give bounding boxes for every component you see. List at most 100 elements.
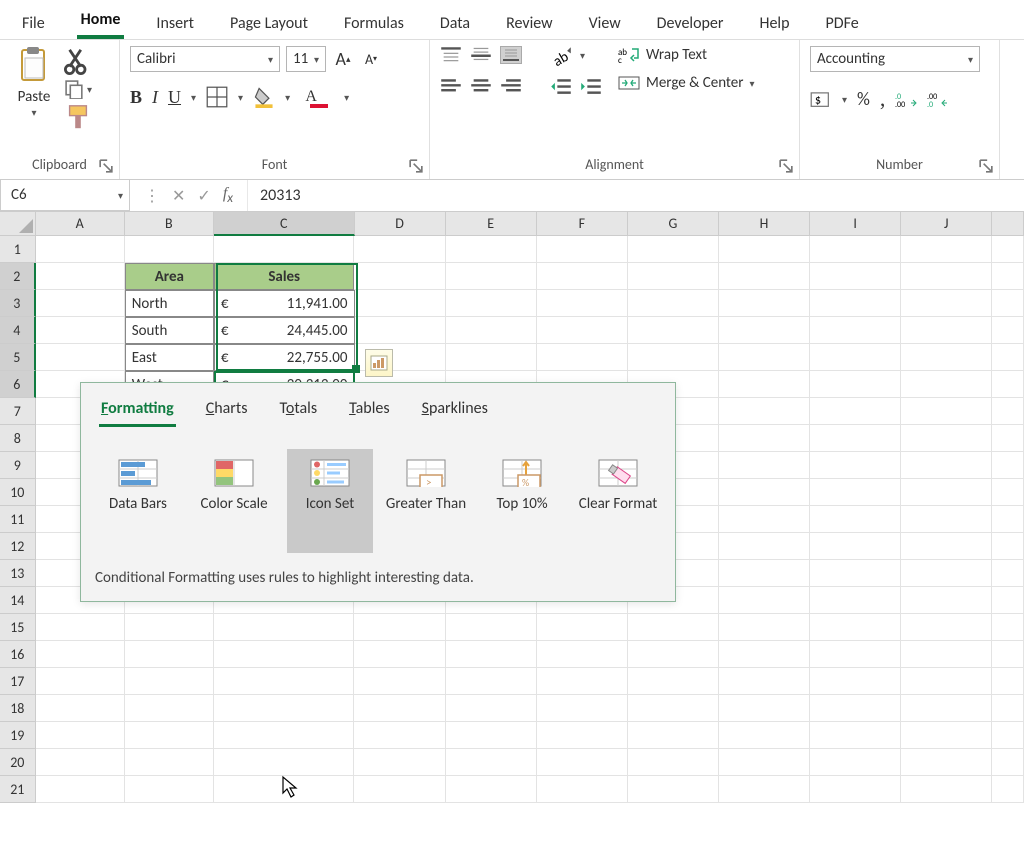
fx-icon[interactable]: fx [223,185,233,206]
tab-pdf[interactable]: PDFe [821,6,862,39]
row-header[interactable]: 21 [0,776,36,803]
cell[interactable] [628,722,719,749]
cell[interactable]: East [125,344,214,371]
tab-page-layout[interactable]: Page Layout [226,6,312,39]
cell[interactable] [901,533,992,560]
cell[interactable] [446,722,537,749]
chevron-down-icon[interactable]: ▾ [238,91,243,104]
col-header[interactable]: H [719,212,810,236]
cell[interactable] [36,749,125,776]
cell[interactable] [992,776,1024,803]
cell[interactable] [628,776,719,803]
cell[interactable] [537,668,628,695]
row-header[interactable]: 14 [0,587,36,614]
tab-help[interactable]: Help [755,6,793,39]
col-header[interactable]: C [214,212,355,236]
col-header[interactable]: J [901,212,992,236]
cell[interactable] [446,749,537,776]
cell[interactable] [537,344,628,371]
increase-font-icon[interactable]: A▴ [332,48,354,70]
row-header[interactable]: 15 [0,614,36,641]
cell[interactable] [992,317,1024,344]
comma-icon[interactable]: , [880,86,886,112]
qa-tab-sparklines[interactable]: Sparklines [420,395,490,427]
cell[interactable] [125,695,214,722]
cell[interactable] [214,776,355,803]
col-header[interactable]: A [36,212,125,236]
row-header[interactable]: 7 [0,398,36,425]
cell[interactable] [719,398,810,425]
cell[interactable] [901,398,992,425]
cell[interactable] [125,776,214,803]
cell[interactable] [810,236,901,263]
cell[interactable] [901,371,992,398]
decrease-font-icon[interactable]: A▾ [360,48,382,70]
qa-tab-charts[interactable]: Charts [204,395,250,427]
cell[interactable] [810,263,901,290]
chevron-down-icon[interactable]: ▾ [344,91,349,104]
cell[interactable] [901,344,992,371]
cell[interactable] [628,344,719,371]
row-header[interactable]: 2 [0,263,36,290]
cell[interactable] [901,236,992,263]
cell[interactable]: North [125,290,214,317]
italic-button[interactable]: I [152,87,158,108]
col-header[interactable]: B [125,212,214,236]
row-header[interactable]: 19 [0,722,36,749]
row-header[interactable]: 20 [0,749,36,776]
cell[interactable] [36,695,125,722]
cell[interactable] [446,641,537,668]
cell[interactable] [992,533,1024,560]
format-painter-icon[interactable] [64,106,92,128]
cell[interactable] [810,695,901,722]
cell[interactable] [214,695,355,722]
cell[interactable] [446,695,537,722]
cell[interactable] [719,290,810,317]
cell[interactable] [446,263,537,290]
cell[interactable] [628,668,719,695]
cell[interactable] [719,641,810,668]
row-header[interactable]: 8 [0,425,36,452]
cell[interactable] [992,452,1024,479]
cell[interactable] [810,344,901,371]
cell[interactable] [628,236,719,263]
cell[interactable] [810,317,901,344]
cell[interactable] [719,722,810,749]
cell[interactable] [214,236,355,263]
cell[interactable] [628,695,719,722]
cell[interactable] [810,398,901,425]
cell[interactable] [992,371,1024,398]
cell[interactable] [214,641,355,668]
cell[interactable] [810,749,901,776]
align-right-icon[interactable] [500,78,522,96]
cell[interactable] [810,560,901,587]
cell[interactable] [628,263,719,290]
row-header[interactable]: 11 [0,506,36,533]
qa-tab-formatting[interactable]: Formatting [99,395,176,427]
cell[interactable] [36,344,125,371]
cell[interactable] [992,668,1024,695]
cell[interactable] [354,749,445,776]
cell[interactable] [992,749,1024,776]
cell[interactable] [446,668,537,695]
cell[interactable] [719,344,810,371]
wrap-text-button[interactable]: abc Wrap Text [618,46,755,64]
row-header[interactable]: 17 [0,668,36,695]
cell[interactable] [719,614,810,641]
cell[interactable] [214,722,355,749]
cell[interactable]: €11,941.00 [214,290,355,317]
cell[interactable] [992,479,1024,506]
cell[interactable] [446,344,537,371]
qa-item-icon-set[interactable]: Icon Set [287,449,373,553]
dialog-launcher-icon[interactable] [779,159,793,173]
cell[interactable] [810,506,901,533]
align-middle-icon[interactable] [470,46,492,64]
cell[interactable] [992,236,1024,263]
cell[interactable] [36,668,125,695]
dialog-launcher-icon[interactable] [979,159,993,173]
select-all-button[interactable] [0,212,36,236]
cell[interactable] [992,614,1024,641]
cell[interactable] [992,560,1024,587]
cell[interactable] [36,263,125,290]
cell[interactable] [125,722,214,749]
